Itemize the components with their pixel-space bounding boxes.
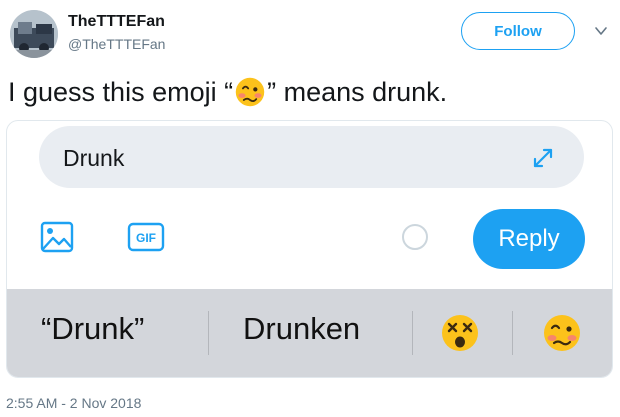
- dizzy-face-emoji-icon[interactable]: [440, 313, 480, 353]
- follow-button[interactable]: Follow: [461, 12, 575, 50]
- keyboard-suggestion-bar: “Drunk” Drunken: [7, 289, 612, 377]
- expand-icon[interactable]: [528, 143, 558, 173]
- image-icon[interactable]: [39, 219, 75, 255]
- compose-input-value[interactable]: Drunk: [63, 145, 124, 172]
- tweet-text-after: ” means drunk.: [267, 76, 448, 107]
- woozy-face-emoji-icon: [235, 77, 265, 107]
- author-handle[interactable]: @TheTTTEFan: [68, 36, 165, 52]
- tweet-text-before: I guess this emoji “: [8, 76, 234, 107]
- gif-label: GIF: [136, 231, 156, 245]
- embedded-screenshot: Drunk GIF Reply “Drunk” Drunken: [6, 120, 613, 378]
- chevron-down-icon[interactable]: [594, 24, 608, 38]
- suggestion-divider: [512, 311, 513, 355]
- woozy-face-emoji-icon[interactable]: [542, 313, 582, 353]
- tweet-timestamp[interactable]: 2:55 AM - 2 Nov 2018: [6, 395, 141, 411]
- tweet-text: I guess this emoji “ ” means drunk.: [8, 76, 447, 108]
- author-display-name[interactable]: TheTTTEFan: [68, 13, 165, 31]
- suggestion-drunk-quoted[interactable]: “Drunk”: [41, 311, 144, 347]
- reply-compose-field[interactable]: Drunk: [39, 126, 584, 188]
- avatar[interactable]: [10, 10, 58, 58]
- suggestion-drunken[interactable]: Drunken: [243, 311, 360, 347]
- tank-engine-avatar-icon: [10, 10, 58, 58]
- gif-icon[interactable]: GIF: [127, 222, 165, 252]
- reply-button[interactable]: Reply: [473, 209, 585, 269]
- suggestion-divider: [412, 311, 413, 355]
- character-count-ring-icon: [402, 224, 428, 250]
- suggestion-divider: [208, 311, 209, 355]
